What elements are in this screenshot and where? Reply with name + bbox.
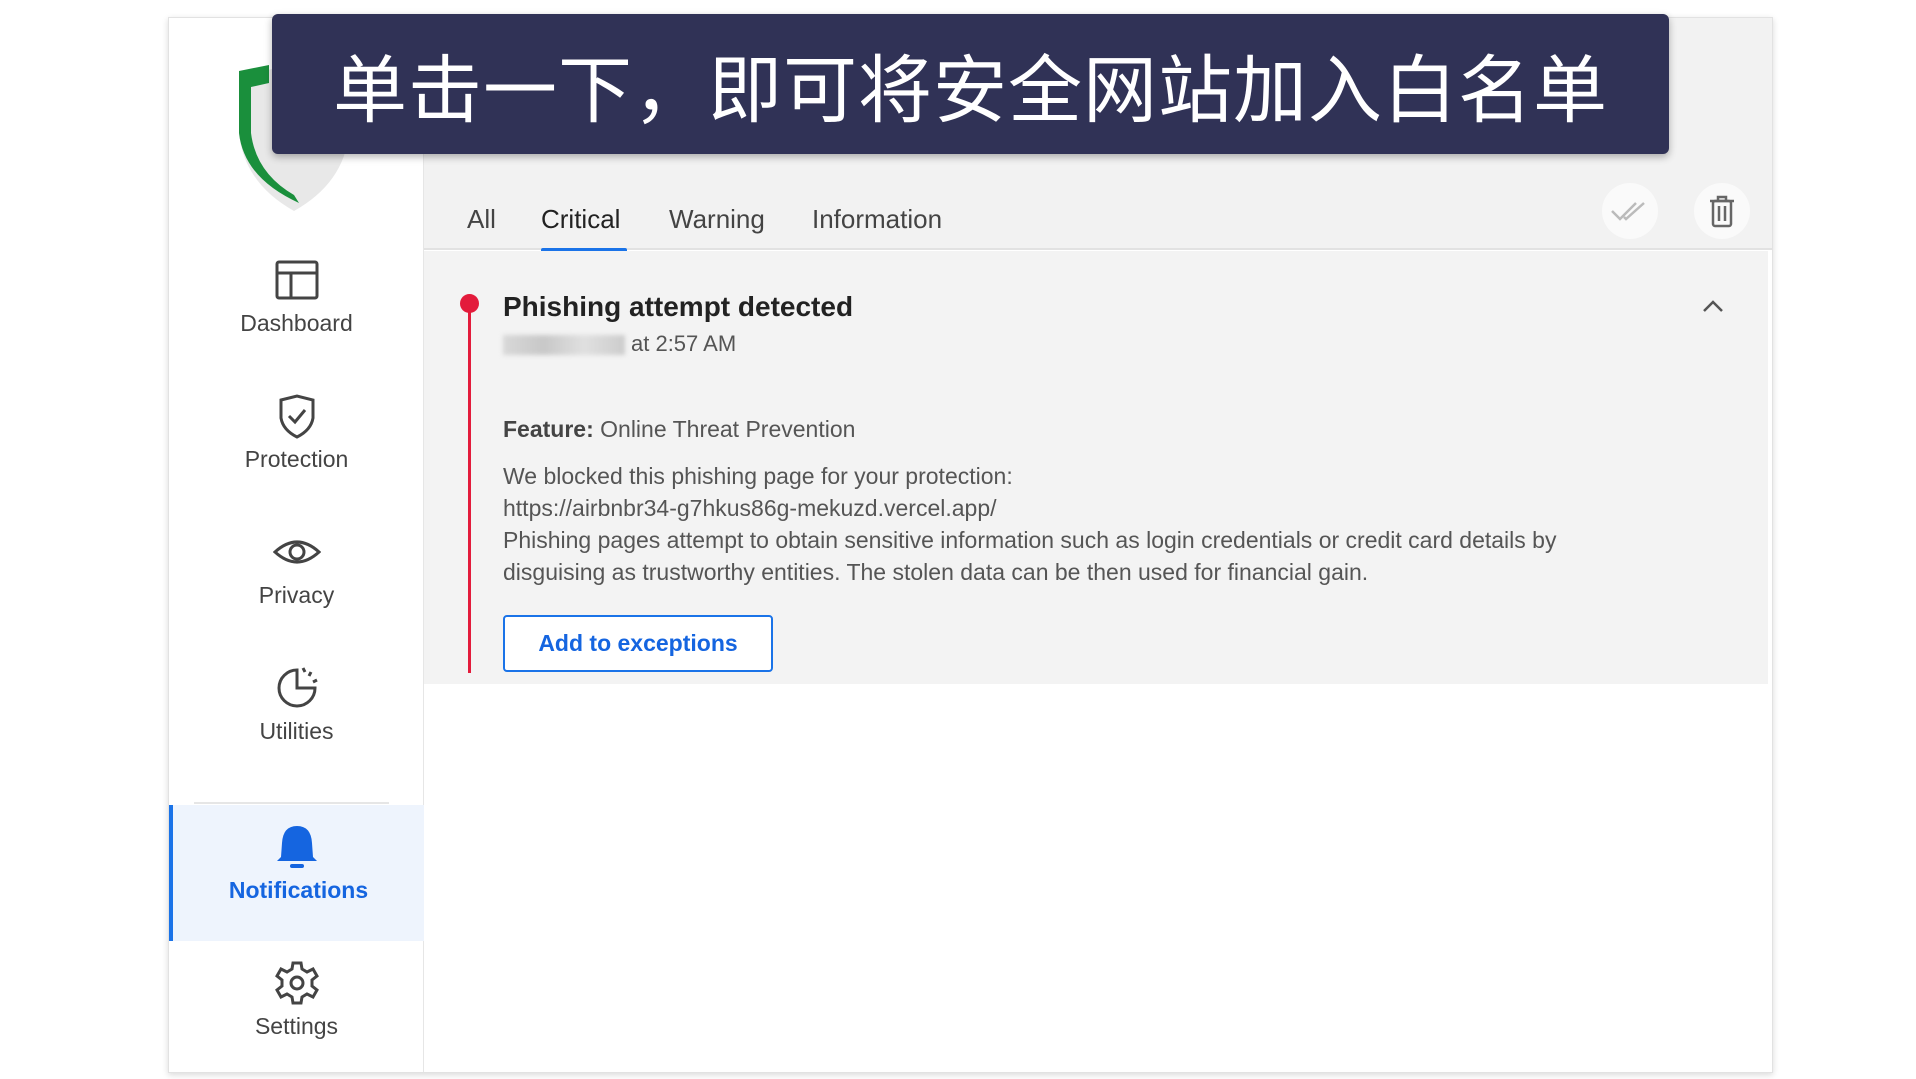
eye-icon <box>273 540 321 564</box>
sidebar-item-utilities[interactable]: Utilities <box>169 646 424 782</box>
tab-all[interactable]: All <box>467 204 496 235</box>
sidebar: Dashboard Protection Privacy Utilities N… <box>169 18 424 1072</box>
sidebar-item-privacy[interactable]: Privacy <box>169 510 424 646</box>
tab-critical[interactable]: Critical <box>541 204 620 235</box>
bell-icon <box>277 826 317 868</box>
shield-check-icon <box>279 394 315 439</box>
add-to-exceptions-button[interactable]: Add to exceptions <box>503 615 773 672</box>
notification-time: at 2:57 AM <box>631 331 737 356</box>
redacted-date <box>503 335 625 356</box>
delete-all-button[interactable] <box>1694 183 1750 239</box>
feature-label: Feature: <box>503 416 594 442</box>
sidebar-item-dashboard[interactable]: Dashboard <box>169 238 424 374</box>
sidebar-item-label: Dashboard <box>240 310 353 336</box>
sidebar-item-notifications[interactable]: Notifications <box>169 805 424 941</box>
mark-all-read-button[interactable] <box>1602 183 1658 239</box>
tab-warning[interactable]: Warning <box>669 204 765 235</box>
sidebar-divider <box>194 802 389 804</box>
caption-banner: 单击一下，即可将安全网站加入白名单 <box>272 14 1669 154</box>
sidebar-item-settings[interactable]: Settings <box>169 941 424 1077</box>
description-line: disguising as trustworthy entities. The … <box>503 559 1369 585</box>
dashboard-icon <box>275 260 319 300</box>
notification-card: Phishing attempt detected at 2:57 AM Fea… <box>424 251 1768 684</box>
severity-line <box>468 303 471 673</box>
tab-information[interactable]: Information <box>812 204 942 235</box>
sidebar-item-label: Settings <box>254 1013 339 1039</box>
notification-title: Phishing attempt detected <box>503 291 854 322</box>
blocked-url: https://airbnbr34-g7hkus86g-mekuzd.verce… <box>503 495 997 521</box>
sidebar-item-label: Notifications <box>228 877 369 903</box>
sidebar-item-label: Protection <box>244 446 349 472</box>
sidebar-item-protection[interactable]: Protection <box>169 374 424 510</box>
description-line: Phishing pages attempt to obtain sensiti… <box>503 527 1557 553</box>
notifications-panel: All Critical Warning Information Phishin… <box>424 18 1772 1072</box>
chevron-up-icon[interactable] <box>1702 299 1724 313</box>
utilities-icon <box>277 667 318 708</box>
trash-icon <box>1710 195 1734 228</box>
feature-row: Feature: Online Threat Prevention <box>503 416 855 443</box>
double-check-icon <box>1611 202 1645 221</box>
notification-timestamp: at 2:57 AM <box>503 331 736 357</box>
description-line: We blocked this phishing page for your p… <box>503 463 1013 489</box>
severity-dot <box>460 294 479 313</box>
sidebar-item-label: Privacy <box>258 582 335 608</box>
app-window: Dashboard Protection Privacy Utilities N… <box>168 17 1773 1073</box>
sidebar-item-label: Utilities <box>259 718 334 744</box>
feature-value: Online Threat Prevention <box>600 416 856 442</box>
gear-icon <box>275 961 319 1005</box>
